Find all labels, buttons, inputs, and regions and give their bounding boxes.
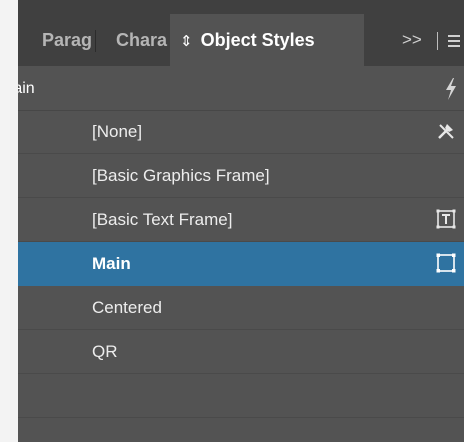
text-frame-icon xyxy=(436,209,456,229)
style-label: Main xyxy=(92,254,131,273)
style-label: [Basic Text Frame] xyxy=(92,210,233,229)
style-row[interactable]: QR xyxy=(18,330,464,374)
style-row[interactable]: [None] xyxy=(18,110,464,154)
tab-object-styles[interactable]: ⇕ Object Styles xyxy=(170,14,364,66)
panel-tab-bar: Parag Chara ⇕ Object Styles >> xyxy=(18,0,464,66)
tab-label: Parag xyxy=(42,30,93,50)
panel-menu-icon[interactable] xyxy=(448,32,461,50)
lightning-icon[interactable] xyxy=(444,78,458,100)
sort-arrows-icon: ⇕ xyxy=(180,33,193,50)
object-styles-panel: Parag Chara ⇕ Object Styles >> Main [None… xyxy=(18,0,464,442)
empty-row xyxy=(18,374,464,418)
style-row-selected[interactable]: Main xyxy=(18,242,464,286)
tab-label: Chara xyxy=(116,30,168,50)
style-label: Centered xyxy=(92,298,162,317)
style-label: QR xyxy=(92,342,118,361)
overflow-divider xyxy=(436,31,438,50)
tab-character-styles[interactable]: Chara xyxy=(96,14,170,66)
tab-paragraph-styles[interactable]: Parag xyxy=(18,14,95,66)
frame-icon xyxy=(436,253,456,273)
style-row[interactable]: Centered xyxy=(18,286,464,330)
style-row[interactable]: [Basic Text Frame] xyxy=(18,198,464,242)
panel-overflow[interactable]: >> xyxy=(402,14,461,66)
style-row[interactable]: [Basic Graphics Frame] xyxy=(18,154,464,198)
style-label: [None] xyxy=(92,122,143,141)
overflow-tabs-icon[interactable]: >> xyxy=(402,30,422,49)
no-style-icon xyxy=(438,124,454,139)
style-group-title: Main xyxy=(18,80,35,97)
style-group-header[interactable]: Main xyxy=(18,68,464,111)
tab-label: Object Styles xyxy=(200,30,315,50)
style-label: [Basic Graphics Frame] xyxy=(92,166,270,185)
